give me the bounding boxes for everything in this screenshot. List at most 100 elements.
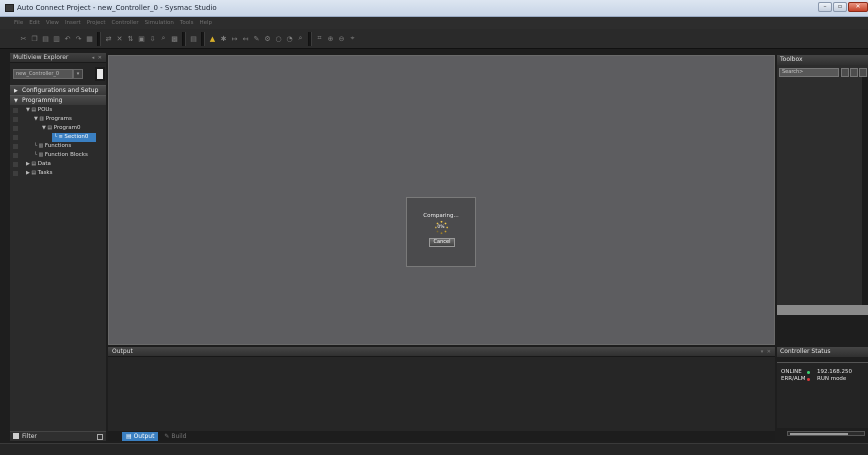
- save-icon[interactable]: ▦: [84, 32, 95, 45]
- cancel-button[interactable]: Cancel: [429, 238, 455, 247]
- tree-checkbox[interactable]: [13, 135, 18, 140]
- tree-checkbox[interactable]: [13, 153, 18, 158]
- toolbar-separator: [97, 31, 101, 46]
- collapse-icon: ▼: [14, 98, 18, 104]
- paste-icon[interactable]: ▤: [40, 32, 51, 45]
- menu-help[interactable]: Help: [199, 20, 212, 26]
- menu-simulation[interactable]: Simulation: [145, 20, 174, 26]
- tree-item-tasks-label: Tasks: [37, 170, 53, 176]
- output-pane-controls[interactable]: ▾ ✕: [761, 347, 772, 357]
- menu-tools[interactable]: Tools: [180, 20, 194, 26]
- tree-item-programs[interactable]: ▼ ▥ Programs: [10, 115, 106, 124]
- close-button[interactable]: ✕: [848, 2, 868, 12]
- menu-edit[interactable]: Edit: [29, 20, 40, 26]
- function-blocks-icon: └ ▥: [34, 152, 45, 158]
- status-row-online: ONLINE 192.168.250: [777, 369, 868, 376]
- settings-icon[interactable]: ⌖: [347, 32, 358, 45]
- device-row: new_Controller_0 ▾: [10, 63, 106, 85]
- tree-checkbox[interactable]: [13, 117, 18, 122]
- toolbox-search-input[interactable]: Search>: [779, 68, 839, 77]
- breakpoint-icon[interactable]: ✱: [218, 32, 229, 45]
- redo-icon[interactable]: ↷: [73, 32, 84, 45]
- watch-icon[interactable]: ⚙: [262, 32, 273, 45]
- folder-icon: ▼ ▤: [26, 107, 38, 113]
- run-mode-value: RUN mode: [817, 376, 847, 382]
- section-configurations-label: Configurations and Setup: [22, 87, 99, 94]
- run-icon[interactable]: ◔: [284, 32, 295, 45]
- simulate-icon[interactable]: ✎: [251, 32, 262, 45]
- find-icon[interactable]: ⌕: [158, 32, 169, 45]
- step-out-icon[interactable]: ↤: [240, 32, 251, 45]
- cut-icon[interactable]: ✂: [18, 32, 29, 45]
- compare-icon[interactable]: ▣: [136, 32, 147, 45]
- progress-percent: 0%: [437, 225, 445, 230]
- tree-checkbox[interactable]: [13, 126, 18, 131]
- warning-icon[interactable]: ▲: [207, 32, 218, 45]
- device-select[interactable]: new_Controller_0: [13, 69, 73, 79]
- tree-item-section0-label: Section0: [64, 134, 89, 140]
- stop-icon[interactable]: ○: [273, 32, 284, 45]
- output-tabs: ▤ Output ✎ Build: [108, 431, 775, 441]
- undo-icon[interactable]: ↶: [62, 32, 73, 45]
- zoom-fit-icon[interactable]: ⌗: [314, 32, 325, 45]
- tree-item-programs-label: Programs: [45, 116, 72, 122]
- tree-item-pous[interactable]: ▼ ▤ POUs: [10, 106, 106, 115]
- toolbox-search-button[interactable]: [841, 68, 849, 77]
- tree-checkbox[interactable]: [13, 108, 18, 113]
- online-icon[interactable]: ⇄: [103, 32, 114, 45]
- zoom-in-icon[interactable]: ⊕: [325, 32, 336, 45]
- output-body[interactable]: [108, 357, 775, 431]
- toolbox-scrollbar[interactable]: [862, 77, 868, 313]
- tree-item-program0[interactable]: ▼ ▤ Program0: [10, 124, 106, 133]
- maximize-button[interactable]: ▫: [833, 2, 847, 12]
- step-icon[interactable]: ↦: [229, 32, 240, 45]
- offline-icon[interactable]: ✕: [114, 32, 125, 45]
- tree-checkbox[interactable]: [13, 144, 18, 149]
- sync-icon[interactable]: ⇅: [125, 32, 136, 45]
- controller-status-scrollbar[interactable]: [787, 431, 865, 436]
- toolbox-panel: Toolbox Search>: [777, 55, 868, 315]
- toolbox-filter-button[interactable]: [850, 68, 858, 77]
- tab-build[interactable]: ✎ Build: [160, 432, 190, 441]
- tree-item-function-blocks[interactable]: └ ▥ Function Blocks: [10, 151, 106, 160]
- output-header: Output ▾ ✕: [108, 347, 775, 357]
- menu-insert[interactable]: Insert: [65, 20, 81, 26]
- section-configurations[interactable]: ▶ Configurations and Setup: [10, 85, 106, 95]
- tree-item-tasks[interactable]: ▶ ▤ Tasks: [10, 169, 106, 178]
- device-dropdown-button[interactable]: ▾: [73, 69, 83, 79]
- online-label: ONLINE: [781, 369, 802, 375]
- toolbox-header: Toolbox: [777, 55, 868, 65]
- menu-controller[interactable]: Controller: [112, 20, 139, 26]
- transfer-icon[interactable]: ⇩: [147, 32, 158, 45]
- search-icon[interactable]: ⌕: [295, 32, 306, 45]
- tab-build-label: Build: [171, 432, 187, 440]
- tree-item-data[interactable]: ▶ ▤ Data: [10, 160, 106, 169]
- tree-item-section0[interactable]: └ ≡ Section0: [10, 133, 106, 142]
- section-programming[interactable]: ▼ Programming: [10, 95, 106, 105]
- err-alm-label: ERR/ALM: [781, 376, 806, 382]
- data-icon: ▶ ▤: [26, 161, 38, 167]
- multiview-explorer-header: Multiview Explorer ◂ ✕: [10, 53, 106, 63]
- monitor-icon[interactable]: ▤: [188, 32, 199, 45]
- scrollbar-thumb[interactable]: [790, 433, 848, 435]
- copy-icon[interactable]: ❐: [29, 32, 40, 45]
- tree-item-functions[interactable]: └ ▥ Functions: [10, 142, 106, 151]
- delete-icon[interactable]: ▥: [51, 32, 62, 45]
- build-icon[interactable]: ▩: [169, 32, 180, 45]
- minimize-button[interactable]: –: [818, 2, 832, 12]
- toolbar: ✂ ❐ ▤ ▥ ↶ ↷ ▦ ⇄ ✕ ⇅ ▣ ⇩ ⌕ ▩ ▤ ▲ ✱ ↦ ↤ ✎ …: [0, 29, 868, 49]
- filter-bar[interactable]: Filter: [10, 431, 106, 441]
- comparing-dialog: Comparing... 0% Cancel: [406, 197, 476, 267]
- tree-checkbox[interactable]: [13, 171, 18, 176]
- menu-project[interactable]: Project: [87, 20, 106, 26]
- filter-toggle-button[interactable]: [97, 434, 103, 440]
- zoom-out-icon[interactable]: ⊖: [336, 32, 347, 45]
- menu-file[interactable]: File: [14, 20, 23, 26]
- tree-checkbox[interactable]: [13, 162, 18, 167]
- pane-controls[interactable]: ◂ ✕: [92, 53, 103, 63]
- menu-view[interactable]: View: [46, 20, 59, 26]
- toolbar-separator: [308, 31, 312, 46]
- toolbox-splitter[interactable]: [777, 305, 868, 315]
- tab-output[interactable]: ▤ Output: [122, 431, 159, 441]
- toolbox-options-button[interactable]: [859, 68, 867, 77]
